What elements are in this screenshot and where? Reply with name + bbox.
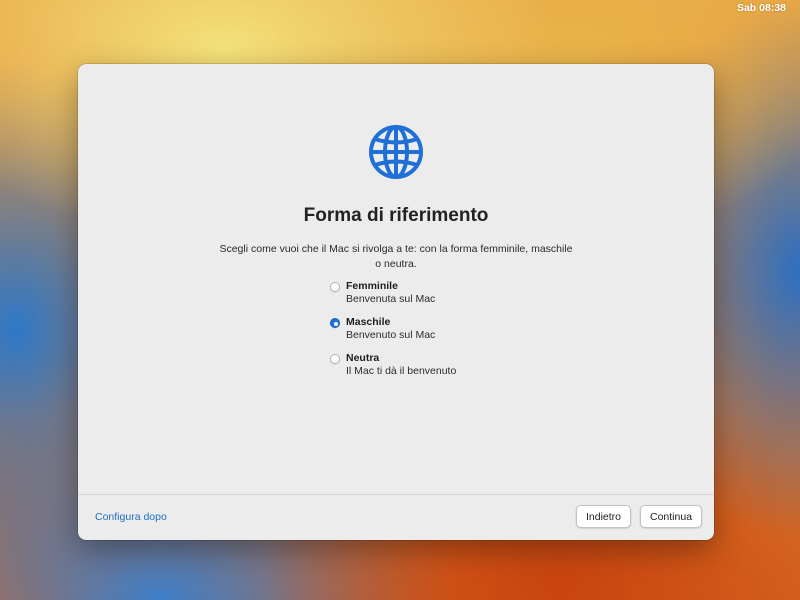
globe-icon (369, 125, 423, 179)
form-of-address-options: Femminile Benvenuta sul Mac Maschile Ben… (330, 280, 456, 388)
option-label: Femminile (346, 280, 398, 292)
page-subtitle: Scegli come vuoi che il Mac si rivolga a… (219, 243, 573, 270)
page-title: Forma di riferimento (303, 205, 489, 226)
continue-button[interactable]: Continua (640, 505, 702, 528)
option-femminile[interactable]: Femminile Benvenuta sul Mac (330, 280, 456, 316)
option-maschile[interactable]: Maschile Benvenuto sul Mac (330, 316, 456, 352)
back-button[interactable]: Indietro (576, 505, 631, 528)
radio-neutra[interactable] (330, 354, 340, 364)
option-label: Maschile (346, 316, 391, 328)
setup-assistant-window: Forma di riferimento Scegli come vuoi ch… (78, 64, 714, 540)
radio-femminile[interactable] (330, 282, 340, 292)
footer-divider (78, 494, 714, 495)
option-description: Benvenuto sul Mac (346, 329, 436, 341)
option-description: Il Mac ti dà il benvenuto (346, 365, 457, 377)
menubar-clock[interactable]: Sab 08:38 (737, 2, 786, 14)
setup-later-link[interactable]: Configura dopo (95, 511, 167, 523)
option-neutra[interactable]: Neutra Il Mac ti dà il benvenuto (330, 352, 456, 388)
option-description: Benvenuta sul Mac (346, 293, 436, 305)
option-label: Neutra (346, 352, 380, 364)
radio-maschile[interactable] (330, 318, 340, 328)
